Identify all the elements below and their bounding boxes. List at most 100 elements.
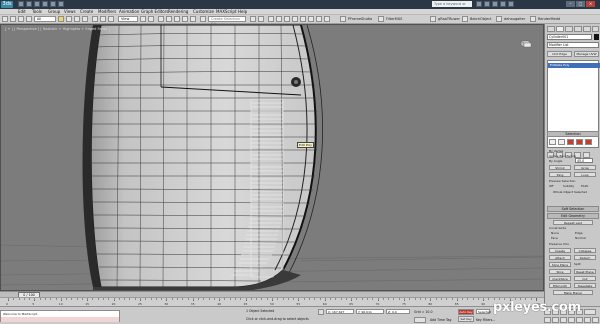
loop-button[interactable]: Loop — [574, 172, 596, 177]
select-manipulate-icon[interactable] — [148, 16, 154, 22]
unit-edge-button[interactable]: Unit Edge — [547, 51, 572, 57]
split-checkbox[interactable]: Split — [574, 262, 581, 266]
maximize-viewport-icon[interactable] — [592, 317, 599, 323]
element-icon[interactable] — [585, 139, 592, 145]
toolbar-label-batchobject[interactable]: BatchObject — [470, 16, 491, 23]
shrink-button[interactable]: Shrink — [549, 165, 571, 170]
vertex-icon[interactable] — [549, 139, 556, 145]
layer-manager-icon[interactable] — [268, 16, 274, 22]
viewcube-icon[interactable] — [519, 39, 533, 48]
edit-named-selection-icon[interactable] — [200, 16, 206, 22]
grow-button[interactable]: Grow — [574, 165, 596, 170]
select-object-icon[interactable] — [58, 16, 64, 22]
toolbar-label-filtermxs[interactable]: FilterMXS — [386, 16, 402, 23]
open-file-icon[interactable] — [26, 1, 32, 7]
maximize-button[interactable]: □ — [576, 1, 585, 7]
new-file-icon[interactable] — [18, 1, 24, 7]
border-icon[interactable] — [567, 139, 574, 145]
select-by-name-icon[interactable] — [66, 16, 72, 22]
object-name-field[interactable]: Cylinder001 — [547, 34, 592, 40]
auto-key-button[interactable]: Auto Key — [458, 309, 474, 315]
lock-selection-icon[interactable] — [318, 309, 324, 315]
perspective-viewport[interactable]: [ + ] [ Perspective ] [ Realistic + High… — [0, 24, 544, 291]
tessellate-button[interactable]: Tessellate — [574, 283, 596, 288]
pan-icon[interactable] — [576, 317, 583, 323]
x-coordinate-field[interactable]: X: 167.627 — [326, 309, 354, 314]
soft-selection-rollout[interactable]: Soft Selection — [547, 206, 599, 212]
ring-button[interactable]: Ring — [549, 172, 571, 177]
schematic-view-icon[interactable] — [292, 16, 298, 22]
repeat-last-button[interactable]: Repeat Last — [553, 220, 593, 225]
selection-rollout[interactable]: Selection — [547, 131, 599, 137]
modifier-list-dropdown[interactable]: Modifier List — [547, 42, 599, 48]
plugin-icon-3[interactable] — [430, 16, 436, 22]
viewport-label[interactable]: [ + ] [ Perspective ] [ Realistic + High… — [5, 27, 110, 31]
render-production-icon[interactable] — [324, 16, 330, 22]
redo-icon[interactable] — [50, 1, 56, 7]
minimize-button[interactable]: – — [566, 1, 575, 7]
mesh-canvas[interactable] — [1, 25, 544, 291]
toolbar-label-rendermedd[interactable]: RenderMedd — [538, 16, 560, 23]
make-planar-button[interactable]: Make Planar — [553, 290, 593, 295]
z-coordinate-field[interactable]: Z: 0.0 — [386, 309, 410, 314]
field-of-view-icon[interactable] — [568, 317, 575, 323]
tab-display-icon[interactable] — [583, 26, 591, 32]
plugin-icon-6[interactable] — [530, 16, 536, 22]
key-mode-dropdown[interactable]: Selected — [476, 309, 491, 314]
current-frame-field[interactable] — [584, 309, 596, 315]
undo-icon[interactable] — [42, 1, 48, 7]
tab-hierarchy-icon[interactable] — [565, 26, 573, 32]
key-filters-button[interactable]: Key Filters... — [476, 318, 495, 322]
window-crossing-icon[interactable] — [82, 16, 88, 22]
preview-multi-radio[interactable]: Multi — [581, 184, 588, 188]
search-input[interactable]: Type a keyword or phrase — [432, 1, 472, 12]
maxscript-listener[interactable]: Welcome to MAXScript. — [0, 310, 120, 322]
zoom-extents-icon[interactable] — [560, 317, 567, 323]
by-vertex-checkbox[interactable]: By Vertex — [549, 149, 563, 153]
toolbar-label-dehaugalter[interactable]: dehaugalter — [504, 16, 525, 23]
reference-coordinate-dropdown[interactable]: View — [118, 16, 138, 22]
angle-snap-icon[interactable] — [174, 16, 180, 22]
save-file-icon[interactable] — [34, 1, 40, 7]
close-button[interactable]: × — [586, 1, 595, 7]
align-icon[interactable] — [258, 16, 264, 22]
selection-filter-dropdown[interactable]: All — [34, 16, 56, 22]
preview-off-radio[interactable]: Off — [549, 184, 553, 188]
slice-button[interactable]: Slice — [549, 269, 571, 274]
rectangular-selection-icon[interactable] — [74, 16, 80, 22]
tab-create-icon[interactable] — [547, 26, 555, 32]
set-key-button[interactable]: Set Key — [458, 316, 474, 322]
preview-subobj-radio[interactable]: SubObj — [563, 184, 574, 188]
toolbar-label-graotruwer[interactable]: gRaoTRuwer — [438, 16, 460, 23]
edit-geometry-rollout[interactable]: Edit Geometry — [547, 213, 599, 219]
app-logo-icon[interactable]: 3ds — [1, 1, 13, 8]
plugin-icon-4[interactable] — [462, 16, 468, 22]
attach-button[interactable]: Attach — [549, 255, 571, 260]
slice-plane-button[interactable]: Slice Plane — [549, 262, 571, 267]
tab-motion-icon[interactable] — [574, 26, 582, 32]
plugin-icon-1[interactable] — [340, 16, 346, 22]
curve-editor-icon[interactable] — [284, 16, 290, 22]
cut-button[interactable]: Cut — [574, 276, 596, 281]
redo-icon[interactable] — [10, 16, 16, 22]
tab-modify-icon[interactable] — [556, 26, 564, 32]
orbit-icon[interactable] — [584, 317, 591, 323]
keyboard-shortcut-icon[interactable] — [158, 16, 164, 22]
favorites-icon[interactable] — [500, 1, 506, 7]
material-editor-icon[interactable] — [300, 16, 306, 22]
link-icon[interactable] — [18, 16, 24, 22]
angle-spinner[interactable]: 45.0 — [575, 158, 593, 163]
quickslice-button[interactable]: QuickSlice — [549, 276, 571, 281]
msmooth-button[interactable]: MSmooth — [549, 283, 571, 288]
subscription-icon[interactable] — [484, 1, 490, 7]
move-icon[interactable] — [92, 16, 98, 22]
unlink-icon[interactable] — [26, 16, 32, 22]
constraint-normal-radio[interactable]: Normal — [575, 236, 586, 240]
communication-center-icon[interactable] — [492, 1, 498, 7]
object-color-swatch[interactable] — [594, 34, 599, 40]
mirror-icon[interactable] — [250, 16, 256, 22]
time-tag-icon[interactable] — [414, 317, 426, 323]
snaps-toggle-icon[interactable] — [166, 16, 172, 22]
add-time-tag[interactable]: Add Time Tag — [430, 318, 451, 322]
project-folder-icon[interactable] — [58, 1, 64, 7]
